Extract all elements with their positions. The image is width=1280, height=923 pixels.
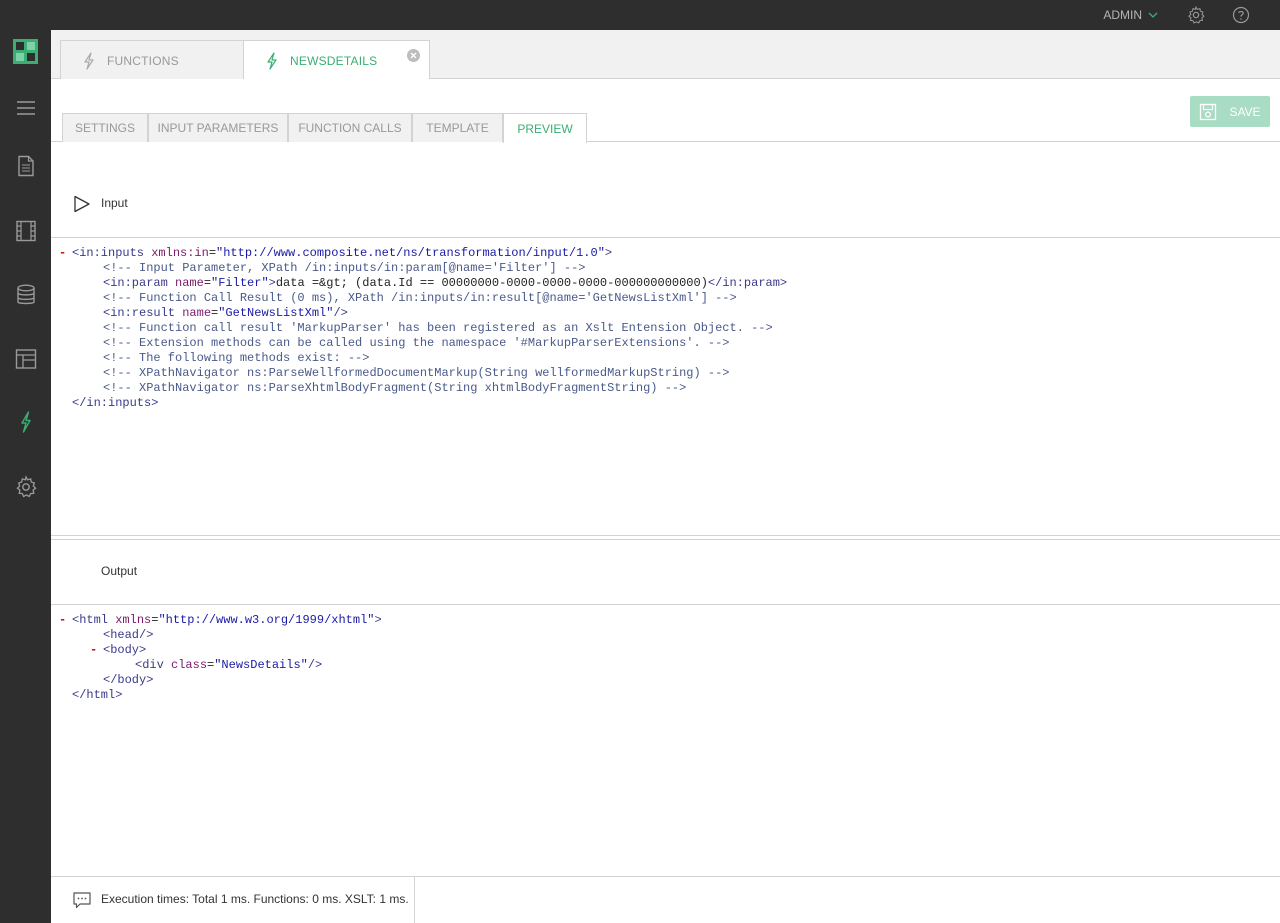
code-line: </body> bbox=[103, 673, 154, 687]
code-line: <!-- XPathNavigator ns:ParseWellformedDo… bbox=[103, 366, 730, 380]
code-line: <!-- Function Call Result (0 ms), XPath … bbox=[103, 291, 737, 305]
execution-times: Execution times: Total 1 ms. Functions: … bbox=[101, 892, 409, 906]
code-line: - <body> bbox=[90, 643, 147, 658]
divider bbox=[51, 604, 1280, 605]
document-tabs: FUNCTIONS NEWSDETAILS bbox=[51, 30, 1280, 80]
code-line: </html> bbox=[72, 688, 123, 702]
tab-newsdetails[interactable]: NEWSDETAILS bbox=[243, 40, 430, 80]
divider bbox=[51, 535, 1280, 536]
input-header: Input bbox=[51, 172, 1280, 237]
close-tab-icon[interactable] bbox=[406, 48, 421, 63]
code-line: <div class="NewsDetails"/> bbox=[135, 658, 323, 672]
tab-settings[interactable]: SETTINGS bbox=[62, 113, 148, 142]
editor-content: SAVE SETTINGS INPUT PARAMETERS FUNCTION … bbox=[51, 79, 1280, 923]
help-icon[interactable] bbox=[1231, 5, 1251, 25]
chevron-down-icon bbox=[1148, 12, 1158, 18]
tab-label: FUNCTIONS bbox=[107, 53, 179, 68]
code-line: - <in:inputs xmlns:in="http://www.composi… bbox=[59, 246, 613, 261]
divider bbox=[414, 877, 415, 923]
layout-icon[interactable] bbox=[14, 347, 38, 371]
play-icon[interactable] bbox=[72, 194, 92, 214]
collapse-toggle[interactable]: - bbox=[59, 246, 66, 261]
tab-function-calls[interactable]: FUNCTION CALLS bbox=[288, 113, 412, 142]
status-bar: Execution times: Total 1 ms. Functions: … bbox=[51, 876, 1280, 923]
code-line: <!-- The following methods exist: --> bbox=[103, 351, 370, 365]
user-menu[interactable]: ADMIN bbox=[1103, 8, 1158, 22]
app-logo[interactable] bbox=[13, 39, 38, 64]
tab-preview[interactable]: PREVIEW bbox=[503, 113, 587, 143]
settings-icon[interactable] bbox=[14, 475, 38, 499]
gear-icon[interactable] bbox=[1186, 5, 1206, 25]
input-code-view[interactable]: - <in:inputs xmlns:in="http://www.composi… bbox=[51, 246, 1280, 411]
output-label: Output bbox=[101, 564, 138, 578]
divider bbox=[51, 237, 1280, 238]
collapse-toggle[interactable]: - bbox=[90, 643, 97, 658]
code-line: - <html xmlns="http://www.w3.org/1999/xht… bbox=[59, 613, 382, 628]
tab-input-parameters[interactable]: INPUT PARAMETERS bbox=[148, 113, 288, 142]
pages-icon[interactable] bbox=[14, 154, 38, 178]
code-line: <!-- Input Parameter, XPath /in:inputs/i… bbox=[103, 261, 586, 275]
sidebar bbox=[0, 30, 51, 923]
top-bar: ADMIN bbox=[0, 0, 1280, 30]
code-line: <!-- Extension methods can be called usi… bbox=[103, 336, 730, 350]
tab-template[interactable]: TEMPLATE bbox=[412, 113, 503, 142]
output-code-view[interactable]: - <html xmlns="http://www.w3.org/1999/xht… bbox=[51, 613, 1280, 703]
code-line: <in:param name="Filter">data =&gt; (data… bbox=[103, 276, 788, 290]
input-label: Input bbox=[101, 196, 128, 210]
code-line: <!-- Function call result 'MarkupParser'… bbox=[103, 321, 773, 335]
code-line: <head/> bbox=[103, 628, 154, 642]
code-line: <in:result name="GetNewsListXml"/> bbox=[103, 306, 348, 320]
output-header: Output bbox=[51, 540, 1280, 605]
tab-functions[interactable]: FUNCTIONS bbox=[60, 40, 244, 80]
media-icon[interactable] bbox=[14, 219, 38, 243]
lightning-icon bbox=[267, 51, 277, 70]
code-line: </in:inputs> bbox=[72, 396, 159, 410]
sub-tabs: SETTINGS INPUT PARAMETERS FUNCTION CALLS… bbox=[51, 113, 1280, 143]
tab-label: NEWSDETAILS bbox=[290, 53, 378, 68]
user-name: ADMIN bbox=[1103, 8, 1142, 22]
menu-icon[interactable] bbox=[14, 96, 38, 120]
collapse-toggle[interactable]: - bbox=[59, 613, 66, 628]
functions-icon[interactable] bbox=[14, 410, 38, 434]
code-line: <!-- XPathNavigator ns:ParseXhtmlBodyFra… bbox=[103, 381, 687, 395]
data-icon[interactable] bbox=[14, 283, 38, 307]
lightning-icon bbox=[84, 51, 94, 70]
message-icon bbox=[73, 892, 91, 909]
main-panel: FUNCTIONS NEWSDETAILS SAVE SETTINGS INPU… bbox=[51, 30, 1280, 923]
